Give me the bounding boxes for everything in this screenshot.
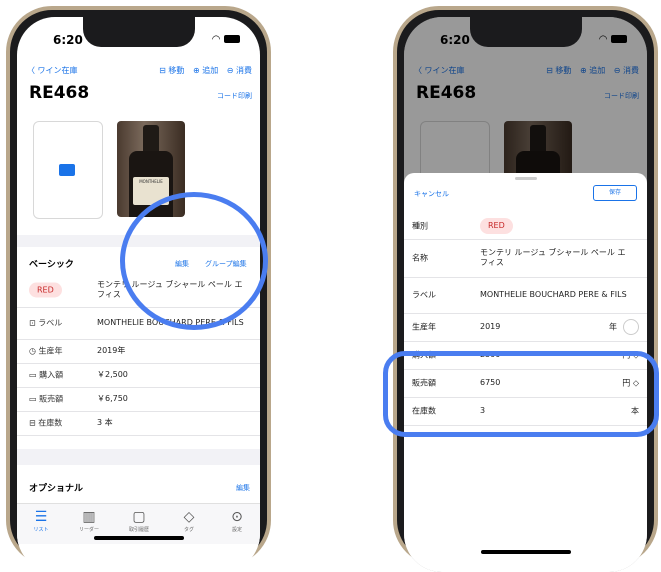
consume-button[interactable]: ⊖ 消費 [227,66,252,75]
notch [469,17,582,47]
section-divider [17,449,260,465]
more-icon: ⊙ [231,509,243,525]
tab-history[interactable]: ▢ 取引履歴 [119,508,159,533]
nav-actions: ⊟ 移動 ⊕ 追加 ⊖ 消費 [153,65,252,76]
row-vintage: ◷ 生産年 2019年 [17,339,260,364]
tray-icon: ▭ [29,370,37,380]
row-stock: ⊟ 在庫数 3 本 [17,411,260,436]
barcode-icon: ▥ [82,509,96,525]
field-vintage-label: 生産年 [412,322,436,332]
notch [82,17,195,47]
wifi-icon: ◠ [212,34,221,45]
label-icon: ⊡ [29,318,36,328]
tab-reader[interactable]: ▥ リーダー [69,508,109,533]
field-name-label: 名称 [412,253,428,263]
row-purchase: ▭ 購入額 ￥2,500 [17,363,260,388]
phone-right: 6:20 ◠ 〈 ワイン在庫 ⊟ 移動 ⊕ 追加 ⊖ 消費 RE468 コード印… [393,6,658,572]
row-sale-title: ▭ 販売額 [29,394,64,404]
row-label-title: ⊡ ラベル [29,318,63,328]
row-purchase-value: ￥2,500 [97,370,128,379]
print-code-button[interactable]: コード印刷 [217,91,252,101]
cancel-button[interactable]: キャンセル [414,189,449,199]
basic-section-title: ベーシック [29,260,74,270]
tab-tags[interactable]: ◇ タグ [169,508,209,533]
field-name-input[interactable]: モンテリ ルージュ ブシャール ペール エ フィス [480,248,630,268]
home-indicator [480,550,571,554]
field-label-label: ラベル [412,290,436,300]
save-button[interactable]: 保存 [593,185,637,201]
home-indicator [93,536,184,540]
row-stock-title: ⊟ 在庫数 [29,418,63,428]
sheet-grabber[interactable] [514,177,537,180]
status-time: 6:20 [53,33,83,47]
battery-icon [224,35,240,43]
field-vintage-unit: 年 [609,319,639,335]
nav-bar: 〈 ワイン在庫 ⊟ 移動 ⊕ 追加 ⊖ 消費 [17,61,260,81]
highlight-rectangle [383,351,659,437]
field-label: ラベル MONTHELIE BOUCHARD PERE & FILS [404,277,647,314]
add-photo-button[interactable] [33,121,103,219]
photo-icon [59,164,75,176]
archive-icon: ⊟ [29,418,36,428]
field-type-value[interactable]: RED [480,218,630,234]
row-vintage-title: ◷ 生産年 [29,346,63,356]
tag-icon: ◇ [183,509,195,525]
add-button[interactable]: ⊕ 追加 [193,66,218,75]
row-purchase-title: ▭ 購入額 [29,370,64,380]
field-label-input[interactable]: MONTHELIE BOUCHARD PERE & FILS [480,290,630,300]
highlight-circle [120,192,268,330]
tray-icon: ▢ [132,509,146,525]
optional-edit-button[interactable]: 編集 [236,483,250,493]
clock-icon: ◷ [29,346,36,356]
field-vintage: 生産年 2019 年 [404,313,647,342]
tray-icon: ▭ [29,394,37,404]
tab-list[interactable]: ☰ リスト [21,508,61,533]
field-type-label: 種別 [412,221,428,231]
field-type: 種別 RED [404,213,647,240]
field-name: 名称 モンテリ ルージュ ブシャール ペール エ フィス [404,239,647,278]
list-icon: ☰ [34,509,48,525]
tab-bar: ☰ リスト ▥ リーダー ▢ 取引履歴 ◇ タグ ⊙ 設定 [17,503,260,544]
row-sale-value: ￥6,750 [97,394,128,403]
optional-section-title: オプショナル [29,484,84,494]
status-icons: ◠ [212,34,240,45]
back-button[interactable]: 〈 ワイン在庫 [27,65,78,76]
type-badge: RED [29,282,62,298]
row-vintage-value: 2019年 [97,346,126,355]
tab-settings[interactable]: ⊙ 設定 [217,508,257,533]
screen-edit: 6:20 ◠ 〈 ワイン在庫 ⊟ 移動 ⊕ 追加 ⊖ 消費 RE468 コード印… [404,17,647,572]
field-vintage-input[interactable]: 2019 [480,322,630,332]
page-title: RE468 [29,83,90,103]
row-sale: ▭ 販売額 ￥6,750 [17,387,260,412]
vintage-toggle[interactable] [623,319,639,335]
row-stock-value: 3 本 [97,418,113,427]
move-button[interactable]: ⊟ 移動 [159,66,184,75]
